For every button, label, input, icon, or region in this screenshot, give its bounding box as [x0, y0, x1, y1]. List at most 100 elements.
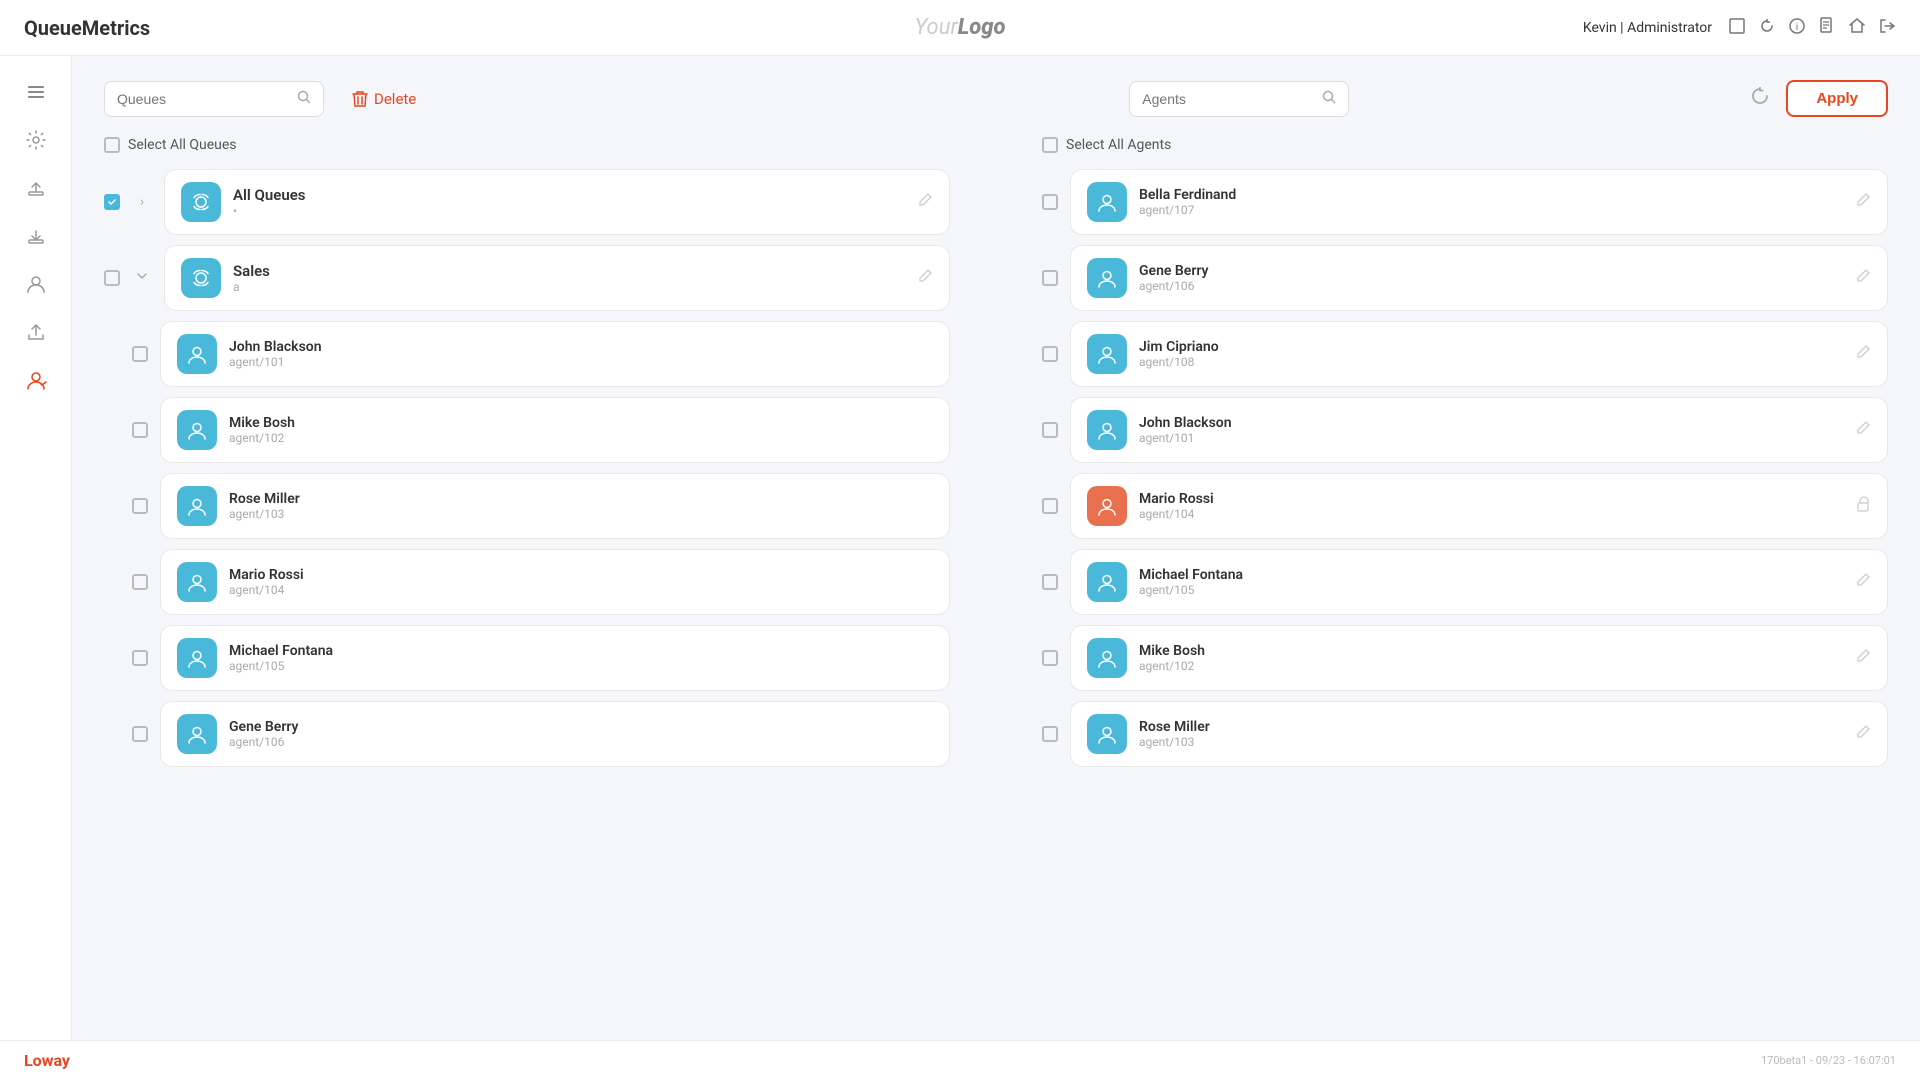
queue-agent-card-gene[interactable]: Gene Berry agent/106 [160, 701, 950, 767]
agent-card-michael[interactable]: Michael Fontana agent/105 [1070, 549, 1888, 615]
agents-panel: Select All Agents Bella Ferdinand agen [1042, 133, 1888, 1056]
agent-avatar-john [1087, 410, 1127, 450]
queue-sub-sales: a [233, 280, 905, 294]
agent-row-john: John Blackson agent/101 [1042, 397, 1888, 463]
queue-expand-all[interactable]: › [132, 194, 152, 210]
agent-avatar-bella [1087, 182, 1127, 222]
select-all-queues-checkbox[interactable] [104, 137, 120, 153]
footer-logo: Loway [24, 1051, 70, 1070]
queue-agent-checkbox-mike[interactable] [132, 422, 148, 438]
queue-agent-avatar-john [177, 334, 217, 374]
queue-edit-sales[interactable] [917, 268, 933, 288]
logo-metrics: Metrics [82, 16, 150, 40]
agent-checkbox-rose[interactable] [1042, 726, 1058, 742]
agent-row-mario: Mario Rossi agent/104 [1042, 473, 1888, 539]
agent-row-rose: Rose Miller agent/103 [1042, 701, 1888, 767]
queue-expand-sales[interactable] [132, 269, 152, 287]
queue-agent-checkbox-michael[interactable] [132, 650, 148, 666]
sidebar-hamburger[interactable] [16, 72, 56, 112]
queue-card-sales[interactable]: Sales a [164, 245, 950, 311]
agent-edit-jim[interactable] [1855, 344, 1871, 364]
queue-agent-row-mike: Mike Bosh agent/102 [132, 397, 950, 463]
agent-edit-bella[interactable] [1855, 192, 1871, 212]
sidebar-user-icon[interactable] [16, 264, 56, 304]
agent-card-mario[interactable]: Mario Rossi agent/104 [1070, 473, 1888, 539]
agent-edit-gene[interactable] [1855, 268, 1871, 288]
queue-info-sales: Sales a [233, 262, 905, 294]
queue-agent-card-mario[interactable]: Mario Rossi agent/104 [160, 549, 950, 615]
toolbar: Delete Apply [104, 80, 1888, 117]
agent-checkbox-jim[interactable] [1042, 346, 1058, 362]
info-icon[interactable]: i [1788, 17, 1806, 39]
queue-name-all: All Queues [233, 186, 905, 204]
agent-checkbox-michael[interactable] [1042, 574, 1058, 590]
queue-agent-card-john[interactable]: John Blackson agent/101 [160, 321, 950, 387]
agent-row-michael: Michael Fontana agent/105 [1042, 549, 1888, 615]
select-all-queues-label[interactable]: Select All Queues [128, 137, 237, 153]
queue-card-all[interactable]: All Queues • [164, 169, 950, 235]
sidebar-settings-icon[interactable] [16, 120, 56, 160]
queue-agent-card-rose[interactable]: Rose Miller agent/103 [160, 473, 950, 539]
content-area: Delete Apply Select All Queues [72, 56, 1920, 1080]
queue-agent-checkbox-gene[interactable] [132, 726, 148, 742]
window-icon[interactable] [1728, 17, 1746, 39]
agent-checkbox-gene[interactable] [1042, 270, 1058, 286]
queue-name-sales: Sales [233, 262, 905, 280]
queue-edit-all[interactable] [917, 192, 933, 212]
agent-row-bella: Bella Ferdinand agent/107 [1042, 169, 1888, 235]
queue-agent-checkbox-rose[interactable] [132, 498, 148, 514]
agent-card-bella[interactable]: Bella Ferdinand agent/107 [1070, 169, 1888, 235]
agent-row-gene: Gene Berry agent/106 [1042, 245, 1888, 311]
logout-icon[interactable] [1878, 17, 1896, 39]
center-logo: YourLogo [914, 15, 1005, 40]
queue-checkbox-sales[interactable] [104, 270, 120, 286]
agent-edit-michael[interactable] [1855, 572, 1871, 592]
sidebar-export-icon[interactable] [16, 312, 56, 352]
queue-info-all: All Queues • [233, 186, 905, 218]
queue-sub-all: • [233, 204, 905, 218]
apply-button[interactable]: Apply [1786, 80, 1888, 117]
delete-label: Delete [374, 90, 416, 108]
agent-edit-john[interactable] [1855, 420, 1871, 440]
queue-checkbox-all[interactable] [104, 194, 120, 210]
agents-search-input[interactable] [1142, 91, 1314, 107]
sidebar-download-icon[interactable] [16, 216, 56, 256]
agent-card-jim[interactable]: Jim Cipriano agent/108 [1070, 321, 1888, 387]
agent-edit-rose[interactable] [1855, 724, 1871, 744]
agent-row-mike: Mike Bosh agent/102 [1042, 625, 1888, 691]
queue-agent-checkbox-john[interactable] [132, 346, 148, 362]
delete-button[interactable]: Delete [340, 82, 428, 116]
queue-agent-card-mike[interactable]: Mike Bosh agent/102 [160, 397, 950, 463]
queue-agent-avatar-gene [177, 714, 217, 754]
agent-card-rose[interactable]: Rose Miller agent/103 [1070, 701, 1888, 767]
queue-agent-checkbox-mario[interactable] [132, 574, 148, 590]
agent-lock-mario[interactable] [1855, 496, 1871, 516]
agent-checkbox-john[interactable] [1042, 422, 1058, 438]
agents-search-box[interactable] [1129, 81, 1349, 117]
sidebar-agent-icon[interactable] [16, 360, 56, 400]
agent-edit-mike[interactable] [1855, 648, 1871, 668]
toolbar-refresh-icon[interactable] [1750, 86, 1770, 111]
queue-agent-info-john: John Blackson agent/101 [229, 339, 933, 369]
queue-agent-row-mario: Mario Rossi agent/104 [132, 549, 950, 615]
sidebar-upload-icon[interactable] [16, 168, 56, 208]
agent-checkbox-mike[interactable] [1042, 650, 1058, 666]
select-all-agents-label[interactable]: Select All Agents [1066, 137, 1171, 153]
agent-checkbox-bella[interactable] [1042, 194, 1058, 210]
home-icon[interactable] [1848, 17, 1866, 39]
agent-card-mike[interactable]: Mike Bosh agent/102 [1070, 625, 1888, 691]
select-all-queues-row: Select All Queues [104, 133, 950, 157]
queue-row-sales: Sales a [104, 245, 950, 311]
queues-search-input[interactable] [117, 91, 289, 107]
select-all-agents-row: Select All Agents [1042, 133, 1888, 157]
queue-agent-card-michael[interactable]: Michael Fontana agent/105 [160, 625, 950, 691]
agent-avatar-mario [1087, 486, 1127, 526]
agent-checkbox-mario[interactable] [1042, 498, 1058, 514]
queue-agent-avatar-rose [177, 486, 217, 526]
queues-search-box[interactable] [104, 81, 324, 117]
refresh-icon[interactable] [1758, 17, 1776, 39]
agent-card-gene[interactable]: Gene Berry agent/106 [1070, 245, 1888, 311]
select-all-agents-checkbox[interactable] [1042, 137, 1058, 153]
document-icon[interactable] [1818, 17, 1836, 39]
agent-card-john[interactable]: John Blackson agent/101 [1070, 397, 1888, 463]
